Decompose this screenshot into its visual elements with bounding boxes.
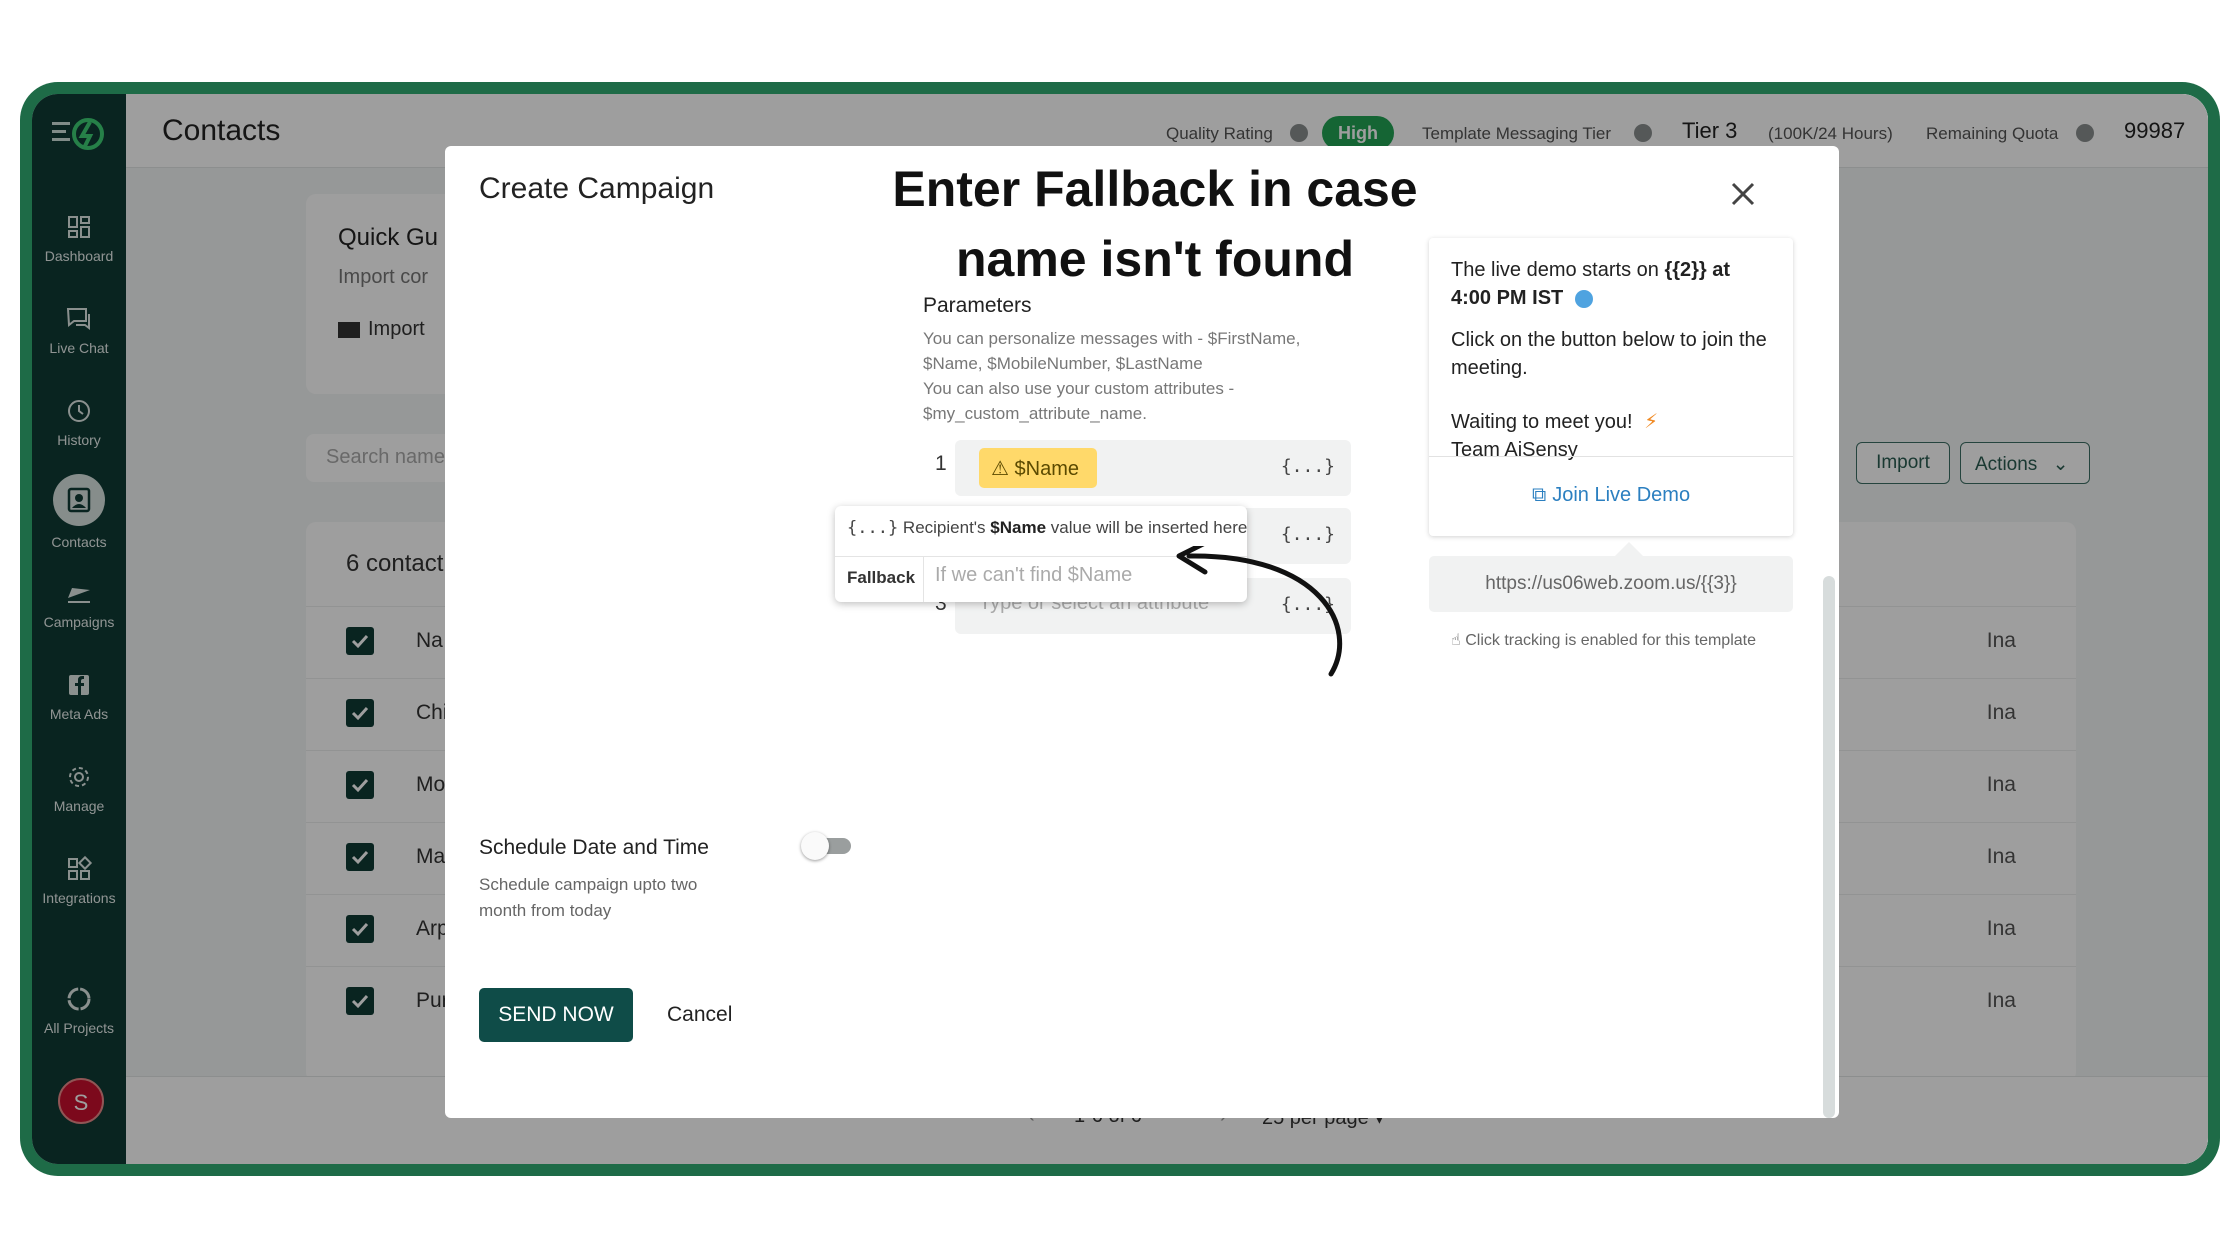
preview-pointer [1615,542,1643,556]
schedule-toggle[interactable] [801,828,857,862]
annotation-line-2: name isn't found [956,231,1354,287]
parameters-help: You can personalize messages with - $Fir… [923,326,1343,426]
warning-icon: ⚠ [991,458,1009,480]
alarm-clock-icon [1574,289,1593,308]
preview-variable: {{2}} at [1664,259,1731,281]
attribute-picker-icon[interactable]: {...} [1281,524,1335,545]
preview-line: 4:00 PM IST [1451,284,1593,312]
preview-time: 4:00 PM IST [1451,287,1564,309]
create-campaign-modal: Create Campaign Enter Fallback in case n… [445,146,1839,1118]
tracking-note-text: Click tracking is enabled for this templ… [1465,632,1756,649]
divider [923,556,924,602]
join-live-demo-link[interactable]: ⧉ Join Live Demo [1429,484,1793,507]
annotation-line-1: Enter Fallback in case [892,161,1418,217]
message-preview: The live demo starts on {{2}} at 4:00 PM… [1429,238,1793,536]
fallback-info-suffix: value will be inserted here [1050,518,1248,537]
external-link-icon: ⧉ [1531,484,1547,506]
annotation-callout: Enter Fallback in case name isn't found [840,154,1470,294]
preview-text: Waiting to meet you! [1451,411,1633,433]
fallback-input[interactable]: If we can't find $Name [935,564,1132,587]
join-link-label: Join Live Demo [1552,484,1691,506]
preview-line: Team AiSensy [1451,439,1578,461]
fallback-info: {...} Recipient's $Name value will be in… [847,518,1247,538]
attribute-picker-icon[interactable]: {...} [1281,456,1335,477]
divider [1429,456,1793,457]
param-number: 1 [935,452,947,475]
preview-line: Waiting to meet you! ⚡ [1451,408,1658,436]
schedule-subtitle: Schedule campaign upto two month from to… [479,875,698,920]
chip-label: $Name [1014,458,1079,480]
modal-title: Create Campaign [479,172,715,205]
button-url: https://us06web.zoom.us/{{3}} [1429,556,1793,612]
schedule-title: Schedule Date and Time [479,836,709,859]
send-now-button[interactable]: SEND NOW [479,988,633,1042]
curly-icon: {...} [847,518,899,538]
param-field-1[interactable]: ⚠ $Name {...} [955,440,1351,496]
preview-text: The live demo starts on [1451,259,1659,281]
fallback-info-name: $Name [990,518,1047,537]
parameters-title: Parameters [923,294,1032,317]
click-tracking-note: ☝ Click tracking is enabled for this tem… [1451,630,1756,650]
modal-scrollbar[interactable] [1823,576,1835,1118]
annotation-arrow-icon [1176,546,1343,677]
close-icon[interactable] [1725,176,1761,212]
preview-line: The live demo starts on {{2}} at [1451,256,1730,284]
parameters-help-line: You can also use your custom attributes … [923,379,1235,423]
name-attribute-chip[interactable]: ⚠ $Name [979,448,1097,488]
fallback-info-prefix: Recipient's [902,518,986,537]
pointer-hand-icon: ☝ [1451,632,1461,649]
cancel-button[interactable]: Cancel [667,988,732,1042]
toggle-knob [801,832,829,860]
parameters-help-line: You can personalize messages with - $Fir… [923,329,1301,373]
lightning-icon: ⚡ [1644,411,1659,433]
preview-line: Click on the button below to join the me… [1451,329,1767,379]
fallback-label: Fallback [847,568,916,587]
